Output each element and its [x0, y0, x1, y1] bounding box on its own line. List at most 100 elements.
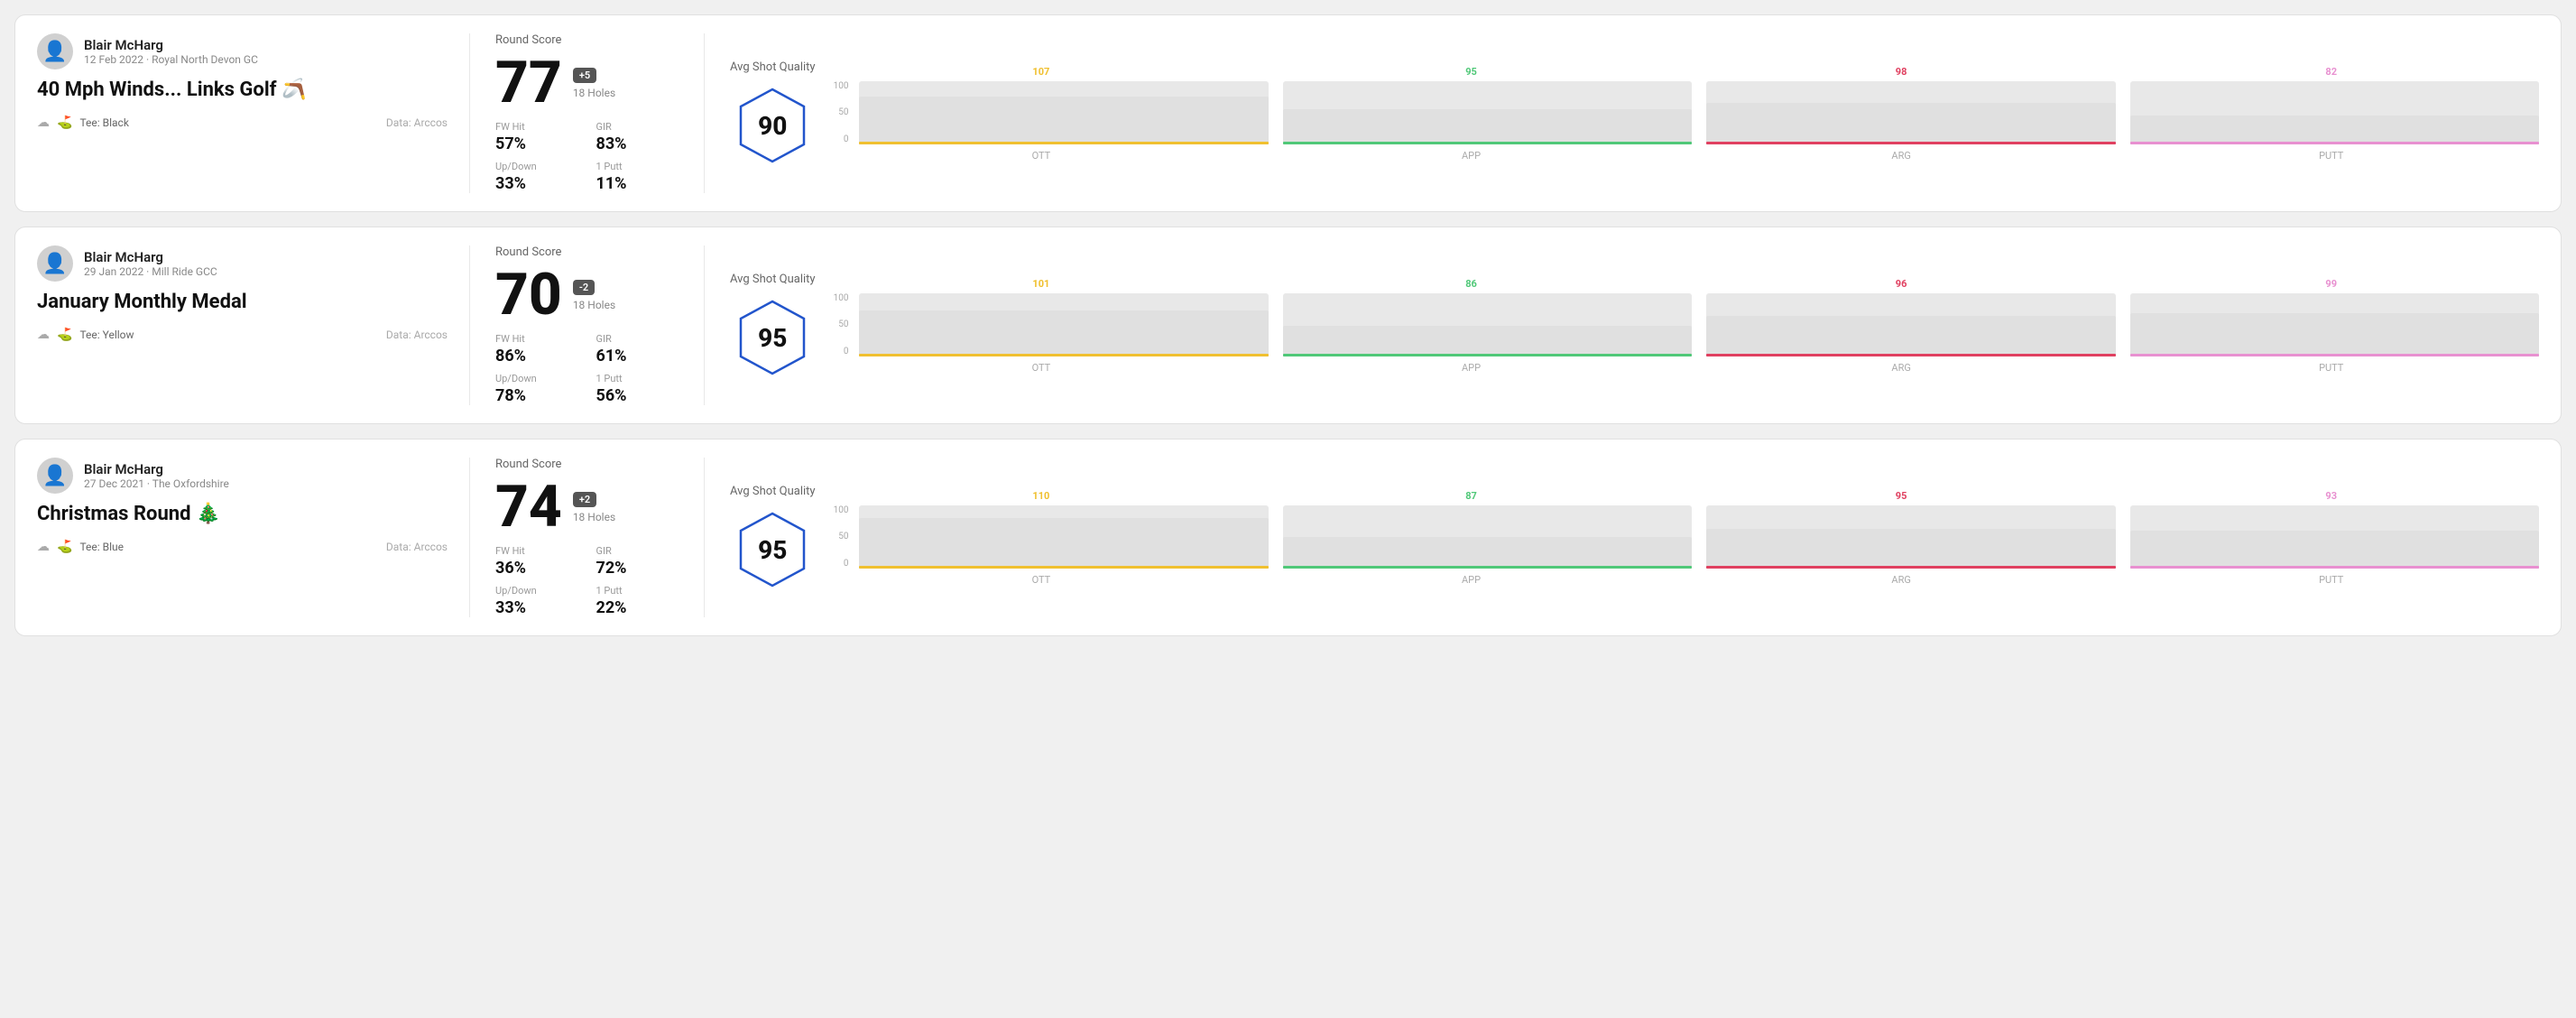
- tee-label: Tee: Yellow: [79, 329, 134, 341]
- avatar-icon: 👤: [42, 465, 67, 487]
- left-section: 👤 Blair McHarg 12 Feb 2022 · Royal North…: [37, 33, 470, 193]
- tee-label: Tee: Blue: [79, 541, 124, 553]
- up-down-label: Up/Down: [495, 161, 578, 172]
- fw-hit-label: FW Hit: [495, 333, 578, 345]
- bar-value-arg: 96: [1694, 278, 2110, 290]
- score-badge: -2 18 Holes: [573, 280, 615, 311]
- fw-hit-stat: FW Hit 57%: [495, 121, 578, 153]
- holes-label: 18 Holes: [573, 87, 615, 99]
- up-down-stat: Up/Down 33%: [495, 585, 578, 617]
- score-row: 77 +5 18 Holes: [495, 54, 679, 112]
- left-section: 👤 Blair McHarg 29 Jan 2022 · Mill Ride G…: [37, 245, 470, 405]
- round-card: 👤 Blair McHarg 27 Dec 2021 · The Oxfords…: [14, 439, 2562, 636]
- gir-value: 61%: [596, 347, 679, 366]
- bar-ott: [859, 81, 1268, 144]
- x-label-putt: PUTT: [2123, 574, 2539, 586]
- score-big: 70: [495, 266, 562, 324]
- up-down-value: 33%: [495, 174, 578, 193]
- round-title: Christmas Round 🎄: [37, 503, 448, 525]
- middle-section: Round Score 74 +2 18 Holes FW Hit 36% GI…: [470, 458, 705, 617]
- score-big: 74: [495, 478, 562, 536]
- cloud-icon: ☁: [37, 540, 50, 554]
- bar-value-ott: 110: [834, 490, 1250, 502]
- holes-label: 18 Holes: [573, 511, 615, 523]
- gir-value: 72%: [596, 559, 679, 578]
- x-label-app: APP: [1263, 574, 1679, 586]
- player-meta: 27 Dec 2021 · The Oxfordshire: [84, 477, 229, 490]
- one-putt-stat: 1 Putt 11%: [596, 161, 679, 193]
- round-score-label: Round Score: [495, 458, 679, 471]
- y-axis: 100 50 0: [834, 293, 854, 356]
- holes-label: 18 Holes: [573, 299, 615, 311]
- avg-shot-quality-label: Avg Shot Quality: [730, 273, 816, 286]
- gir-stat: GIR 83%: [596, 121, 679, 153]
- fw-hit-stat: FW Hit 36%: [495, 545, 578, 578]
- tee-icon: ⛳: [57, 116, 72, 130]
- bar-value-app: 87: [1263, 490, 1679, 502]
- middle-section: Round Score 70 -2 18 Holes FW Hit 86% GI…: [470, 245, 705, 405]
- cloud-icon: ☁: [37, 328, 50, 342]
- score-row: 70 -2 18 Holes: [495, 266, 679, 324]
- hexagon-container: Avg Shot Quality 95: [730, 273, 816, 378]
- round-card: 👤 Blair McHarg 12 Feb 2022 · Royal North…: [14, 14, 2562, 212]
- score-badge: +2 18 Holes: [573, 492, 615, 523]
- chart-area: 107959882 100 50 0: [834, 66, 2539, 162]
- hexagon: 95: [732, 297, 813, 378]
- x-label-app: APP: [1263, 362, 1679, 374]
- gir-label: GIR: [596, 121, 679, 133]
- player-header: 👤 Blair McHarg 12 Feb 2022 · Royal North…: [37, 33, 448, 69]
- score-diff-badge: +2: [573, 492, 596, 507]
- player-name: Blair McHarg: [84, 37, 258, 53]
- bar-value-app: 95: [1263, 66, 1679, 78]
- bar-value-arg: 95: [1694, 490, 2110, 502]
- one-putt-value: 22%: [596, 598, 679, 617]
- hex-score: 95: [758, 535, 787, 565]
- hex-score: 95: [758, 323, 787, 353]
- avatar-icon: 👤: [42, 253, 67, 275]
- y-axis: 100 50 0: [834, 81, 854, 144]
- avg-shot-quality-label: Avg Shot Quality: [730, 60, 816, 74]
- one-putt-value: 11%: [596, 174, 679, 193]
- x-label-app: APP: [1263, 150, 1679, 162]
- player-info: Blair McHarg 27 Dec 2021 · The Oxfordshi…: [84, 461, 229, 490]
- bar-app: [1283, 81, 1692, 144]
- hex-score: 90: [758, 111, 787, 141]
- chart-area: 110879593 100 50 0: [834, 490, 2539, 586]
- bar-value-ott: 101: [834, 278, 1250, 290]
- score-badge: +5 18 Holes: [573, 68, 615, 99]
- one-putt-value: 56%: [596, 386, 679, 405]
- stats-grid: FW Hit 36% GIR 72% Up/Down 33% 1 Putt 22…: [495, 545, 679, 617]
- chart-area: 101869699 100 50 0: [834, 278, 2539, 374]
- fw-hit-label: FW Hit: [495, 545, 578, 557]
- bar-arg: [1706, 505, 2115, 569]
- fw-hit-label: FW Hit: [495, 121, 578, 133]
- tee-icon: ⛳: [57, 540, 72, 554]
- right-section: Avg Shot Quality 95 101869699 100 50 0: [705, 245, 2539, 405]
- up-down-value: 33%: [495, 598, 578, 617]
- bar-value-ott: 107: [834, 66, 1250, 78]
- bar-value-putt: 93: [2123, 490, 2539, 502]
- player-name: Blair McHarg: [84, 249, 217, 265]
- gir-stat: GIR 61%: [596, 333, 679, 366]
- gir-value: 83%: [596, 134, 679, 153]
- score-row: 74 +2 18 Holes: [495, 478, 679, 536]
- x-label-arg: ARG: [1694, 362, 2110, 374]
- player-meta: 12 Feb 2022 · Royal North Devon GC: [84, 53, 258, 66]
- bar-app: [1283, 505, 1692, 569]
- fw-hit-stat: FW Hit 86%: [495, 333, 578, 366]
- hexagon-container: Avg Shot Quality 95: [730, 485, 816, 590]
- bar-value-putt: 99: [2123, 278, 2539, 290]
- bar-arg: [1706, 81, 2115, 144]
- up-down-value: 78%: [495, 386, 578, 405]
- tee-info: ☁ ⛳ Tee: Yellow: [37, 328, 134, 342]
- data-source: Data: Arccos: [386, 116, 448, 129]
- middle-section: Round Score 77 +5 18 Holes FW Hit 57% GI…: [470, 33, 705, 193]
- stats-grid: FW Hit 57% GIR 83% Up/Down 33% 1 Putt 11…: [495, 121, 679, 193]
- bar-app: [1283, 293, 1692, 356]
- x-label-ott: OTT: [834, 574, 1250, 586]
- right-section: Avg Shot Quality 95 110879593 100 50 0: [705, 458, 2539, 617]
- fw-hit-value: 86%: [495, 347, 578, 366]
- up-down-stat: Up/Down 78%: [495, 373, 578, 405]
- player-info: Blair McHarg 12 Feb 2022 · Royal North D…: [84, 37, 258, 66]
- round-footer: ☁ ⛳ Tee: Blue Data: Arccos: [37, 540, 448, 554]
